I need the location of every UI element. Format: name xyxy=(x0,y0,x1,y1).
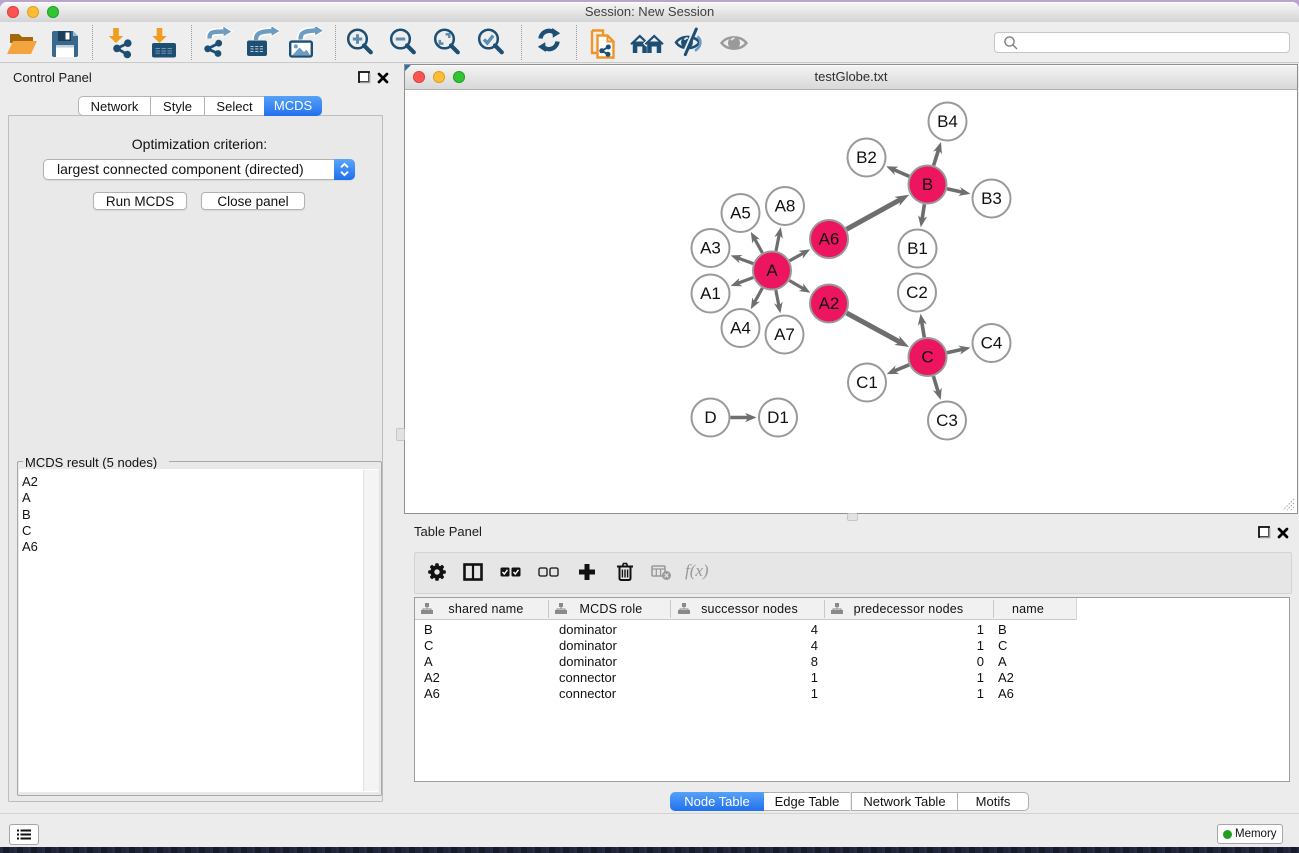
svg-text:f(x): f(x) xyxy=(685,562,709,580)
svg-text:B1: B1 xyxy=(907,239,928,258)
svg-text:B4: B4 xyxy=(937,112,958,131)
svg-text:A7: A7 xyxy=(774,325,795,344)
svg-text:C4: C4 xyxy=(981,334,1003,353)
svg-text:C2: C2 xyxy=(906,283,928,302)
svg-text:B2: B2 xyxy=(856,148,877,167)
svg-text:A1: A1 xyxy=(700,284,721,303)
svg-text:B3: B3 xyxy=(981,189,1002,208)
svg-text:A2: A2 xyxy=(819,294,840,313)
svg-text:B: B xyxy=(922,175,933,194)
svg-text:C: C xyxy=(921,348,933,367)
svg-text:C1: C1 xyxy=(856,373,878,392)
svg-text:A: A xyxy=(766,261,778,280)
svg-text:A6: A6 xyxy=(819,230,840,249)
svg-text:A4: A4 xyxy=(730,319,751,338)
svg-text:A3: A3 xyxy=(700,239,721,258)
svg-text:D: D xyxy=(704,408,716,427)
svg-text:A8: A8 xyxy=(775,197,796,216)
svg-text:D1: D1 xyxy=(767,408,789,427)
svg-text:C3: C3 xyxy=(936,411,958,430)
svg-text:A5: A5 xyxy=(730,204,751,223)
